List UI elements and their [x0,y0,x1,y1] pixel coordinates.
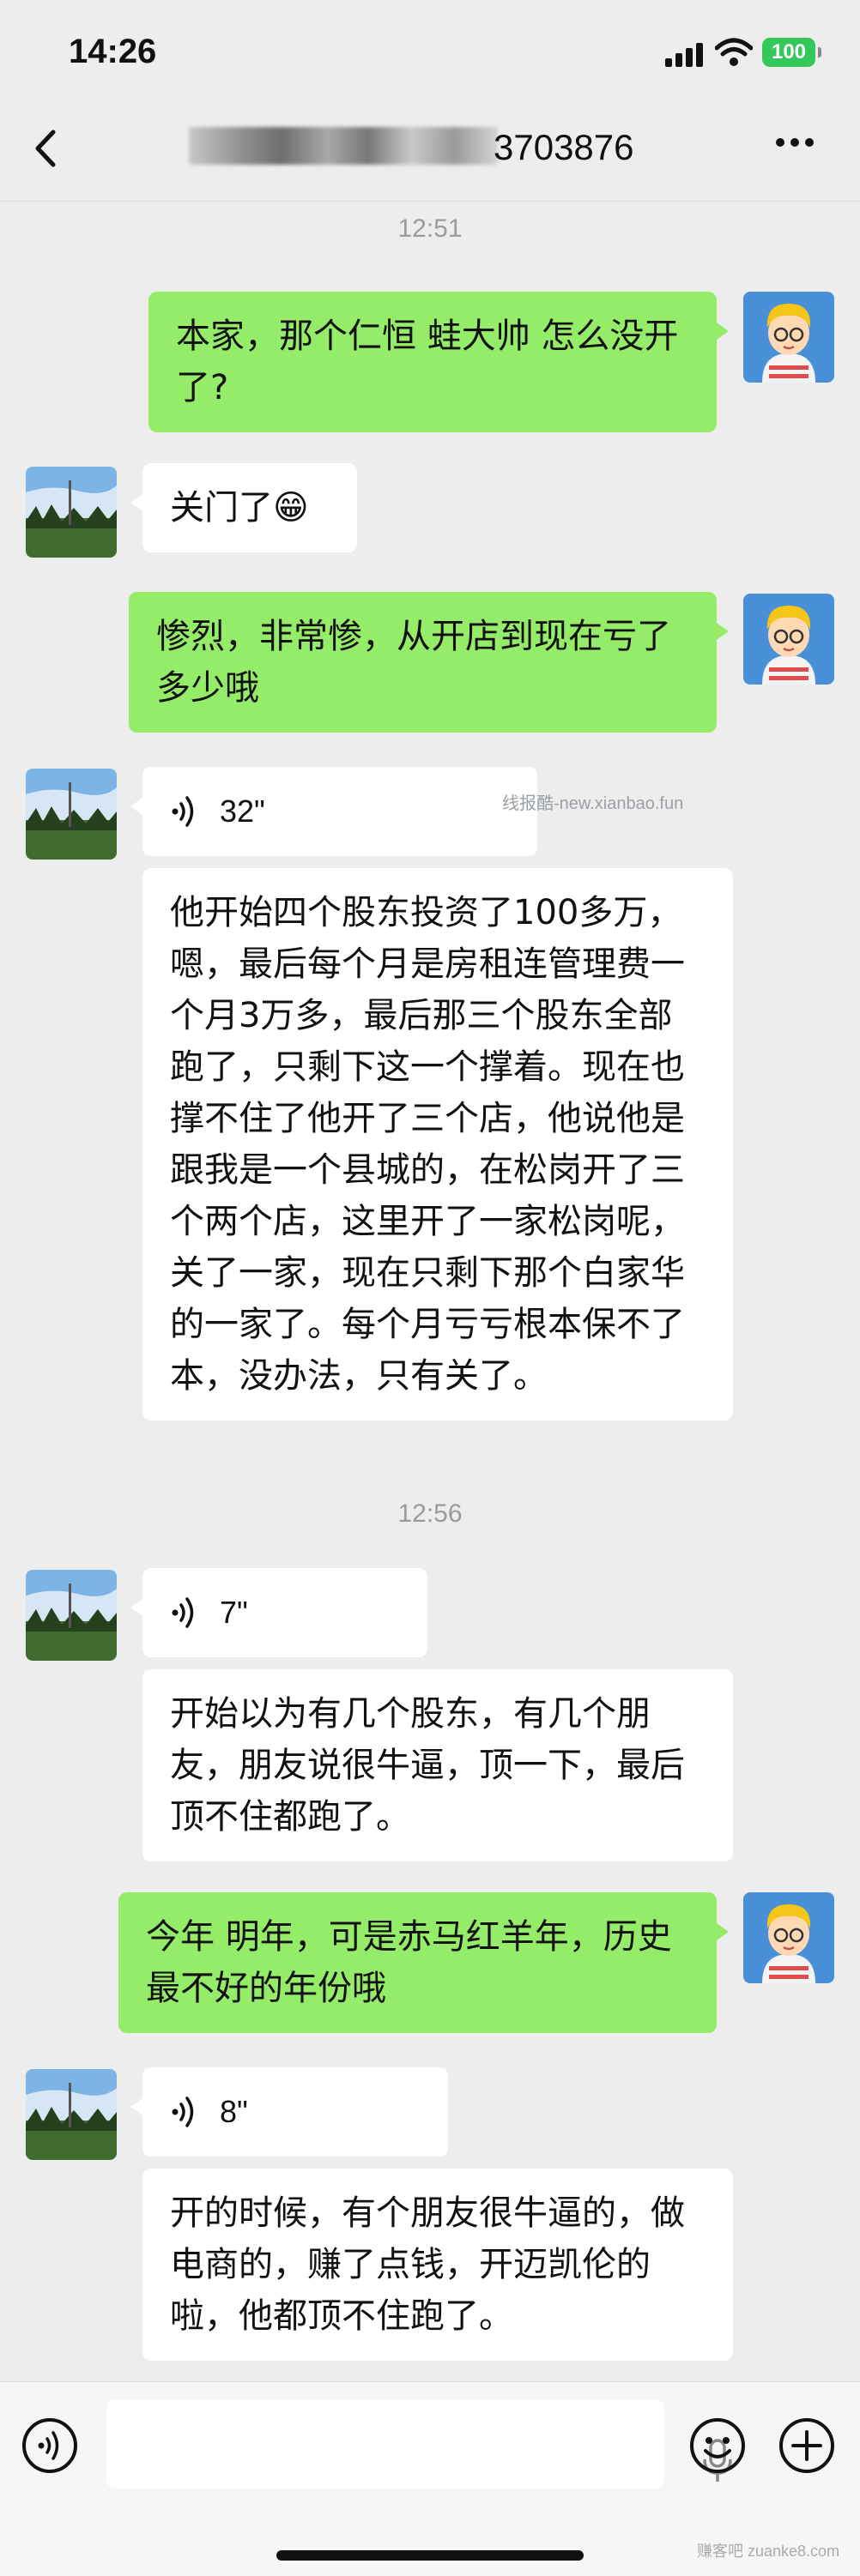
avatar-self[interactable] [743,292,834,383]
avatar-contact[interactable] [26,769,117,860]
voice-wave-icon [172,1597,194,1628]
status-time: 14:26 [69,33,157,70]
chat-title-text: 3703876 [494,127,634,167]
watermark: 线报酷-new.xianbao.fun [502,794,684,813]
voice-transcript[interactable]: 开始以为有几个股东，有几个朋友，朋友说很牛逼，顶一下，最后顶不住都跑了。 [142,1669,733,1861]
voice-transcript[interactable]: 他开始四个股东投资了100多万，嗯，最后每个月是房租连管理费一个月3万多，最后那… [142,868,733,1421]
avatar-contact[interactable] [26,1570,117,1661]
voice-wave-icon [172,2096,194,2127]
avatar-self[interactable] [743,1892,834,1983]
voice-duration: 7" [220,1595,248,1630]
message-bubble-received[interactable]: 关门了😁 [130,463,357,552]
voice-message[interactable]: 8" [130,2067,448,2157]
home-indicator[interactable] [276,2550,584,2561]
avatar-contact-image [26,467,117,558]
avatar-self-image [743,292,834,383]
watermark-bottom: 赚客吧 zuanke8.com [697,2543,840,2560]
voice-duration: 32" [220,793,265,829]
avatar-contact[interactable] [26,2069,117,2160]
plus-icon[interactable] [778,2416,836,2475]
wifi-icon [715,38,753,66]
battery-indicator: 100 [762,38,821,67]
voice-message[interactable]: 7" [130,1568,427,1657]
status-bar: 14:26 100 [0,0,860,94]
voice-transcript[interactable]: 开的时候，有个朋友很牛逼的，做电商的，赚了点钱，开迈凯伦的啦，他都顶不住跑了。 [142,2169,733,2361]
more-icon[interactable] [776,134,822,160]
timestamp: 12:51 [397,214,463,243]
chat-header: 3703876 [0,101,860,202]
voice-duration: 8" [220,2094,248,2129]
avatar-contact-image [26,1570,117,1661]
avatar-contact[interactable] [26,467,117,558]
voice-wave-icon [172,796,194,827]
message-bubble-sent[interactable]: 惨烈，非常惨，从开店到现在亏了多少哦 [129,592,729,733]
avatar-self[interactable] [743,594,834,685]
voice-icon[interactable] [21,2416,79,2475]
message-input[interactable] [106,2399,732,2489]
chat-title[interactable]: 3703876 [189,117,635,177]
avatar-contact-image [26,2069,117,2160]
timestamp: 12:56 [397,1499,463,1528]
emoji-icon[interactable] [688,2416,747,2475]
avatar-contact-image [26,769,117,860]
redacted-name [189,127,498,165]
signal-icon [665,43,705,67]
chevron-left-icon[interactable] [26,127,69,170]
avatar-self-image [743,594,834,685]
avatar-self-image [743,1892,834,1983]
message-bubble-sent[interactable]: 本家，那个仁恒 蛙大帅 怎么没开了? [148,292,729,432]
message-bubble-sent[interactable]: 今年 明年，可是赤马红羊年，历史最不好的年份哦 [118,1892,729,2033]
voice-message[interactable]: 32" [130,767,537,856]
